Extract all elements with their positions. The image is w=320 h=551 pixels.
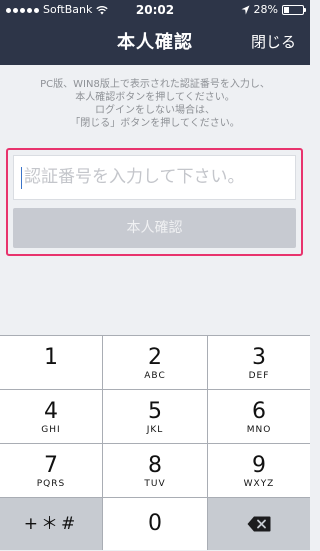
key-number: 7 [44,453,58,478]
key-number: 0 [148,511,162,536]
navigation-bar: 本人確認 閉じる [0,20,310,65]
key-6[interactable]: 6 MNO [208,390,310,443]
top-bar: SoftBank 20:02 28% 本人確認 閉じる [0,0,310,65]
key-letters: DEF [248,371,270,381]
symbols-key[interactable]: +＊# [0,498,102,550]
verification-code-placeholder: 認証番号を入力して下さい。 [24,167,245,187]
instruction-text: PC版、WIN8版上で表示された認証番号を入力し、 本人確認ボタンを押してくださ… [40,79,270,129]
symbols-key-label: +＊# [23,514,79,534]
key-letters: GHI [41,425,61,435]
key-0[interactable]: 0 [103,498,207,550]
backspace-key[interactable] [208,498,310,550]
key-4[interactable]: 4 GHI [0,390,102,443]
key-letters: JKL [146,425,164,435]
backspace-icon [247,516,271,532]
key-8[interactable]: 8 TUV [103,444,207,497]
battery-percent: 28% [253,3,278,16]
verification-code-input[interactable]: 認証番号を入力して下さい。 [13,155,296,200]
key-1[interactable]: 1 [0,336,102,389]
key-3[interactable]: 3 DEF [208,336,310,389]
numeric-keypad: 1 2 ABC 3 DEF 4 GHI 5 JKL 6 MNO 7 PQRS 8… [0,335,310,550]
verification-form: 認証番号を入力して下さい。 本人確認 [6,148,303,256]
key-5[interactable]: 5 JKL [103,390,207,443]
identity-confirm-button[interactable]: 本人確認 [13,208,296,248]
battery-level [284,7,289,13]
key-9[interactable]: 9 WXYZ [208,444,310,497]
key-letters: ABC [144,371,166,381]
status-bar: SoftBank 20:02 28% [0,0,310,20]
text-caret [21,167,22,189]
key-letters: TUV [144,479,166,489]
key-number: 9 [252,453,266,478]
key-number: 8 [148,453,162,478]
key-2[interactable]: 2 ABC [103,336,207,389]
key-number: 6 [252,399,266,424]
key-letters: WXYZ [243,479,275,489]
close-button[interactable]: 閉じる [251,20,296,65]
location-arrow-icon [241,5,250,15]
key-letters: PQRS [36,479,66,489]
key-letters: MNO [246,425,272,435]
key-number: 1 [44,345,58,370]
key-number: 2 [148,345,162,370]
battery-icon [282,5,306,15]
key-7[interactable]: 7 PQRS [0,444,102,497]
key-number: 4 [44,399,58,424]
key-number: 3 [252,345,266,370]
key-number: 5 [148,399,162,424]
